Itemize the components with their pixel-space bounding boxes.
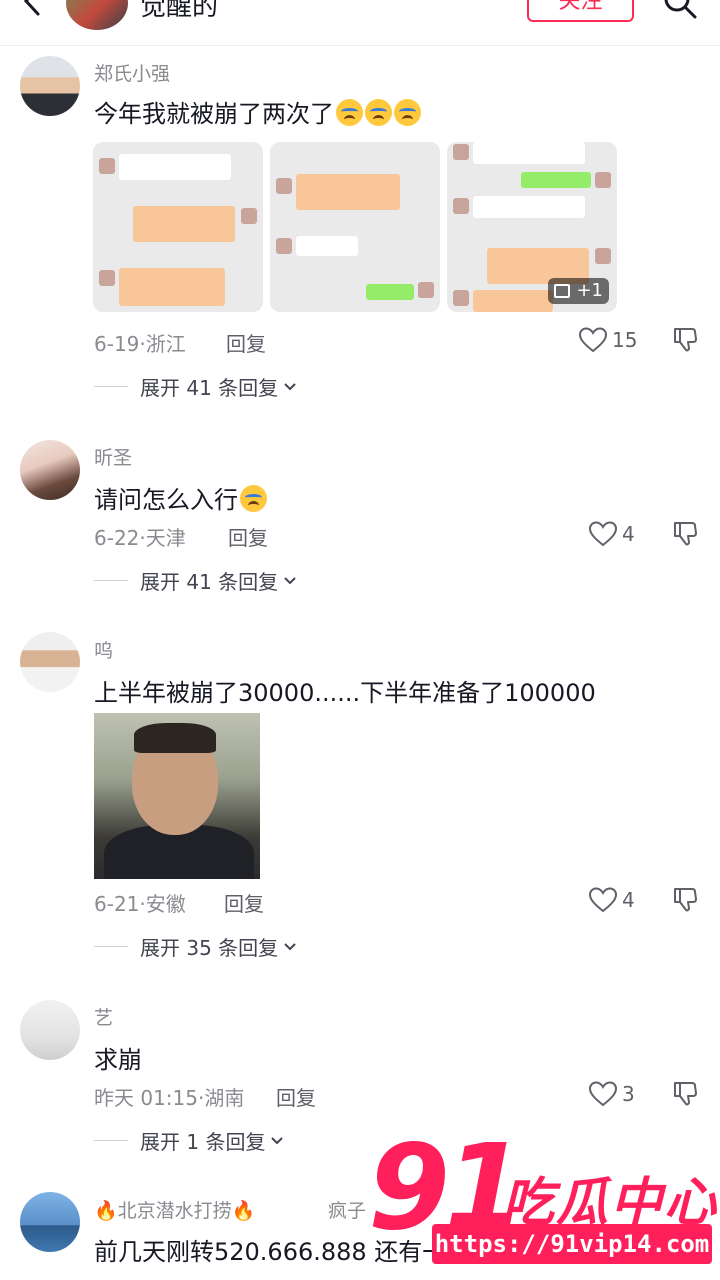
fire-icon: 🔥 (231, 1200, 256, 1222)
avatar[interactable] (20, 440, 80, 500)
like-count: 3 (622, 1082, 635, 1106)
comment-username[interactable]: 郑氏小强 (94, 59, 170, 86)
chevron-down-icon (284, 382, 296, 390)
comment-user-tag: 疯子 (328, 1200, 367, 1222)
avatar[interactable] (20, 632, 80, 692)
like-button[interactable]: 3 (588, 1080, 635, 1108)
expand-replies-label: 展开 41 条回复 (140, 570, 279, 594)
reply-button[interactable]: 回复 (276, 1082, 316, 1111)
dislike-icon[interactable] (671, 886, 699, 914)
more-images-badge[interactable]: +1 (548, 278, 609, 304)
crying-emoji-icon (336, 99, 363, 126)
comment-meta: 6-19·浙江 (94, 332, 186, 356)
comment-text: 求崩 (94, 1046, 142, 1074)
chevron-down-icon (284, 942, 296, 950)
expand-replies-label: 展开 1 条回复 (140, 1130, 266, 1154)
crying-emoji-icon (365, 99, 392, 126)
watermark-url: https://91vip14.com (432, 1224, 712, 1264)
reply-button[interactable]: 回复 (226, 328, 266, 357)
dislike-icon[interactable] (671, 326, 699, 354)
avatar[interactable] (20, 1000, 80, 1060)
comment-text: 今年我就被崩了两次了 (94, 94, 421, 129)
like-button[interactable]: 4 (588, 886, 635, 914)
heart-icon (578, 327, 608, 353)
like-button[interactable]: 4 (588, 520, 635, 548)
avatar[interactable] (20, 56, 80, 116)
image-icon (554, 284, 571, 298)
comment-text: 请问怎么入行 (94, 480, 267, 515)
expand-replies-label: 展开 35 条回复 (140, 936, 279, 960)
comment-image-thumbnail[interactable]: +1 (447, 142, 617, 312)
comment-image-thumbnail[interactable] (93, 142, 263, 312)
comment-text-body: 请问怎么入行 (94, 486, 238, 514)
like-count: 15 (612, 328, 638, 352)
comment-meta: 昨天 01:15·湖南 (94, 1086, 245, 1110)
expand-replies-label: 展开 41 条回复 (140, 376, 279, 400)
fire-icon: 🔥 (94, 1200, 118, 1222)
comment-item: 郑氏小强 今年我就被崩了两次了 +1 6-19·浙江 回复 15 展开 41 条… (0, 0, 720, 410)
more-images-count: +1 (576, 280, 603, 301)
expand-replies[interactable]: 展开 41 条回复 (94, 372, 298, 401)
chevron-down-icon (271, 1136, 284, 1144)
like-count: 4 (622, 522, 635, 546)
expand-replies[interactable]: 展开 35 条回复 (94, 932, 298, 961)
heart-icon (588, 887, 618, 913)
dislike-icon[interactable] (671, 1080, 699, 1108)
dislike-icon[interactable] (671, 520, 699, 548)
like-button[interactable]: 15 (578, 326, 637, 354)
reply-button[interactable]: 回复 (228, 522, 268, 551)
comment-username[interactable]: 🔥北京潜水打捞🔥 (94, 1196, 255, 1223)
comment-image-thumbnail[interactable] (270, 142, 440, 312)
avatar[interactable] (20, 1192, 80, 1252)
comment-username[interactable]: 艺 (94, 1003, 113, 1030)
chevron-down-icon (284, 576, 296, 584)
comment-item: 昕圣 请问怎么入行 6-22·天津 回复 4 展开 41 条回复 (0, 410, 720, 610)
comment-photo[interactable] (94, 713, 260, 879)
expand-replies[interactable]: 展开 1 条回复 (94, 1126, 285, 1155)
expand-replies[interactable]: 展开 41 条回复 (94, 566, 298, 595)
laughing-crying-emoji-icon (240, 485, 267, 512)
comment-username[interactable]: 昕圣 (94, 443, 132, 470)
comment-text: 上半年被崩了30000......下半年准备了100000 (94, 679, 596, 707)
heart-icon (588, 1081, 618, 1107)
comment-text-body: 今年我就被崩了两次了 (94, 100, 334, 128)
heart-icon (588, 521, 618, 547)
reply-button[interactable]: 回复 (224, 888, 264, 917)
comment-meta: 6-21·安徽 (94, 892, 186, 916)
like-count: 4 (622, 888, 635, 912)
comment-meta: 6-22·天津 (94, 526, 186, 550)
watermark-logo: 91 吃瓜中心 https://91vip14.com (368, 1128, 720, 1280)
crying-emoji-icon (394, 99, 421, 126)
comment-username[interactable]: 呜 (94, 636, 113, 663)
